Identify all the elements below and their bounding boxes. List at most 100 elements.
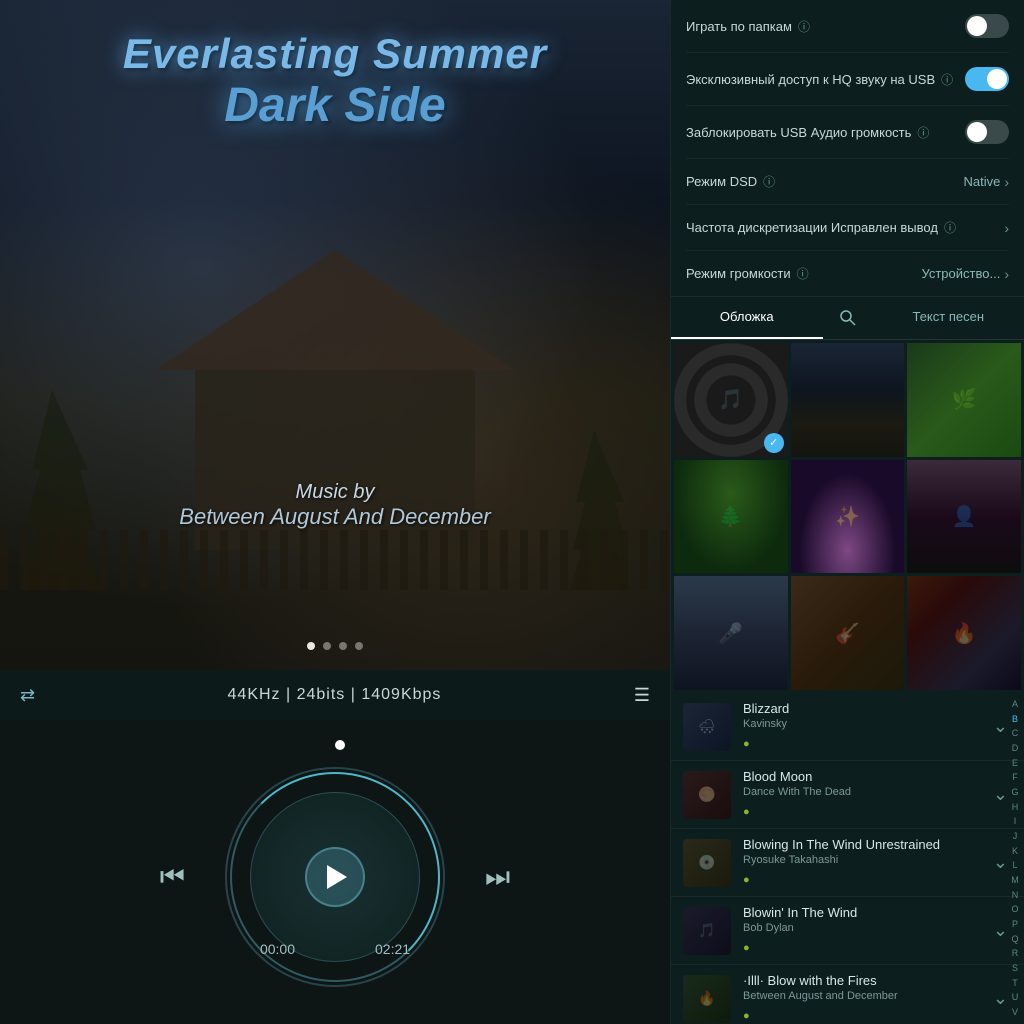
setting-label-usb-lock: Заблокировать USB Аудио громкость ⓘ [686, 124, 929, 141]
song-item-blizzard[interactable]: 🌨 Blizzard Kavinsky ● ⌄ [671, 693, 1024, 761]
settings-section: Играть по папкам ⓘ Эксклюзивный доступ к… [671, 0, 1024, 297]
setting-sample-rate[interactable]: Частота дискретизации Исправлен вывод ⓘ … [686, 205, 1009, 251]
alpha-p[interactable]: P [1012, 919, 1018, 930]
album-art: Everlasting Summer Dark Side Music by Be… [0, 0, 670, 670]
song-artist-blowin: Bob Dylan [743, 922, 989, 934]
volume-value: Устройство... › [921, 266, 1009, 282]
alpha-f[interactable]: F [1012, 772, 1018, 783]
grid-item-0[interactable]: 🎵 ✓ [674, 343, 788, 457]
toggle-hq[interactable] [965, 67, 1009, 91]
chevron-volume: › [1004, 266, 1009, 282]
alpha-t[interactable]: T [1012, 978, 1018, 989]
alpha-q[interactable]: Q [1011, 934, 1018, 945]
song-list[interactable]: 🌨 Blizzard Kavinsky ● ⌄ 🌕 Blood Moon Dan… [671, 693, 1024, 1024]
grid-item-5[interactable]: 👤 [907, 460, 1021, 574]
toggle-knob-hq [987, 69, 1007, 89]
alpha-a[interactable]: A [1012, 699, 1018, 710]
tabs-row: Обложка Текст песен [671, 297, 1024, 340]
search-icon [839, 309, 857, 327]
song-item-blow[interactable]: 🔥 ·Illl· Blow with the Fires Between Aug… [671, 965, 1024, 1024]
song-title-blow: ·Illl· Blow with the Fires [743, 973, 989, 988]
song-title-blowin: Blowin' In The Wind [743, 905, 989, 920]
player-controls: ⏮ 00:00 02:21 ⏭ [0, 720, 670, 1024]
toggle-folder[interactable] [965, 14, 1009, 38]
info-icon-dsd[interactable]: ⓘ [763, 173, 775, 190]
setting-dsd-mode[interactable]: Режим DSD ⓘ Native › [686, 159, 1009, 205]
alpha-o[interactable]: O [1011, 904, 1018, 915]
setting-folder-play: Играть по папкам ⓘ [686, 0, 1009, 53]
page-dots [307, 642, 363, 650]
right-panel: Играть по папкам ⓘ Эксклюзивный доступ к… [670, 0, 1024, 1024]
toggle-knob-usb-lock [967, 122, 987, 142]
grid-item-3[interactable]: 🌲 [674, 460, 788, 574]
thumb-green: 🌿 [907, 343, 1021, 457]
time-display: 00:00 02:21 [260, 941, 410, 957]
grid-item-8[interactable]: 🔥 [907, 576, 1021, 690]
alpha-i[interactable]: I [1014, 816, 1017, 827]
setting-label-folder: Играть по папкам ⓘ [686, 18, 810, 35]
thumb-house [791, 343, 905, 457]
alpha-m[interactable]: M [1011, 875, 1019, 886]
dot-3[interactable] [339, 642, 347, 650]
alpha-k[interactable]: K [1012, 846, 1018, 857]
next-button[interactable]: ⏭ [485, 861, 510, 894]
alpha-r[interactable]: R [1012, 948, 1019, 959]
thumb-colorful: 🔥 [907, 576, 1021, 690]
dot-1[interactable] [307, 642, 315, 650]
shuffle-icon[interactable]: ⇄ [20, 685, 35, 706]
alpha-n[interactable]: N [1012, 890, 1019, 901]
album-title-overlay: Everlasting Summer Dark Side [0, 30, 670, 133]
grid-item-6[interactable]: 🎤 [674, 576, 788, 690]
grid-item-2[interactable]: 🌿 [907, 343, 1021, 457]
grid-item-7[interactable]: 🎸 [791, 576, 905, 690]
info-icon-hq[interactable]: ⓘ [941, 71, 953, 88]
song-item-blowin[interactable]: 🎵 Blowin' In The Wind Bob Dylan ● ⌄ [671, 897, 1024, 965]
song-item-blowing[interactable]: 💿 Blowing In The Wind Unrestrained Ryosu… [671, 829, 1024, 897]
player-info-bar: ⇄ 44KHz | 24bits | 1409Kbps ☰ [0, 670, 670, 720]
setting-volume-mode[interactable]: Режим громкости ⓘ Устройство... › [686, 251, 1009, 296]
alpha-j[interactable]: J [1013, 831, 1018, 842]
info-icon-volume[interactable]: ⓘ [797, 265, 809, 282]
song-info-blowing: Blowing In The Wind Unrestrained Ryosuke… [743, 837, 989, 888]
setting-label-sample: Частота дискретизации Исправлен вывод ⓘ [686, 219, 956, 236]
song-thumb-blow: 🔥 [683, 975, 731, 1023]
dot-2[interactable] [323, 642, 331, 650]
song-thumb-bloodmoon: 🌕 [683, 771, 731, 819]
song-quality-blow: ● [743, 1010, 750, 1022]
audio-info: 44KHz | 24bits | 1409Kbps [228, 686, 442, 704]
fence-decoration [0, 530, 670, 590]
song-title-blowing: Blowing In The Wind Unrestrained [743, 837, 989, 852]
song-artist-blizzard: Kavinsky [743, 718, 989, 730]
dot-4[interactable] [355, 642, 363, 650]
alpha-g[interactable]: G [1011, 787, 1018, 798]
alpha-c[interactable]: C [1012, 728, 1019, 739]
alpha-e[interactable]: E [1012, 758, 1018, 769]
thumb-person: 🎤 [674, 576, 788, 690]
tab-search[interactable] [823, 297, 873, 339]
alpha-b[interactable]: B [1012, 714, 1018, 725]
prev-button[interactable]: ⏮ [160, 861, 185, 894]
info-icon-folder[interactable]: ⓘ [798, 18, 810, 35]
song-info-blow: ·Illl· Blow with the Fires Between Augus… [743, 973, 989, 1024]
song-thumb-blizzard: 🌨 [683, 703, 731, 751]
info-icon-sample[interactable]: ⓘ [944, 219, 956, 236]
chevron-sample: › [1004, 220, 1009, 236]
song-artist-bloodmoon: Dance With The Dead [743, 786, 989, 798]
total-time: 02:21 [375, 941, 410, 957]
alpha-s[interactable]: S [1012, 963, 1018, 974]
alpha-u[interactable]: U [1012, 992, 1019, 1003]
song-quality-blizzard: ● [743, 738, 750, 750]
info-icon-usb-lock[interactable]: ⓘ [917, 124, 929, 141]
alpha-d[interactable]: D [1012, 743, 1019, 754]
alpha-h[interactable]: H [1012, 802, 1019, 813]
playlist-icon[interactable]: ☰ [634, 685, 650, 706]
toggle-usb-lock[interactable] [965, 120, 1009, 144]
tab-cover[interactable]: Обложка [671, 297, 823, 339]
grid-item-1[interactable] [791, 343, 905, 457]
play-button[interactable] [305, 847, 365, 907]
grid-item-4[interactable]: ✨ [791, 460, 905, 574]
alpha-v[interactable]: V [1012, 1007, 1018, 1018]
tab-lyrics[interactable]: Текст песен [873, 297, 1024, 339]
song-item-bloodmoon[interactable]: 🌕 Blood Moon Dance With The Dead ● ⌄ [671, 761, 1024, 829]
alpha-l[interactable]: L [1012, 860, 1017, 871]
